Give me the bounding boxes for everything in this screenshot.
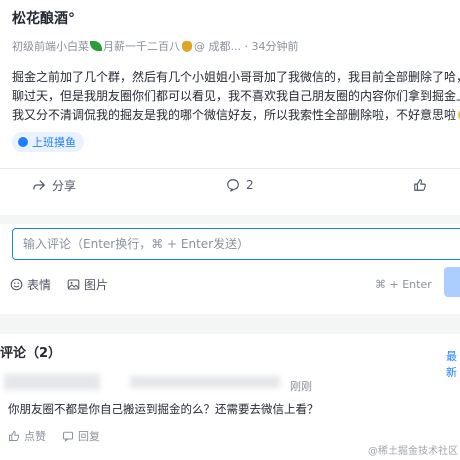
fish-icon [18,137,28,147]
comment-input-wrapper [12,228,460,260]
pin-card: 松花酿酒° 初级前端小白菜 月薪一千二百八 @ 成都... · 34分钟前 掘金之前… [0,0,460,215]
comment-button[interactable]: 2 [226,178,254,192]
editor-tools: 表情 图片 [10,276,108,293]
comment-reply-label: 回复 [78,430,100,443]
comment-like-label: 点赞 [24,430,46,443]
comment-time: 刚刚 [290,380,312,393]
comment-reply-button[interactable]: 回复 [62,428,100,444]
author-title: 初级前端小白菜 [12,40,89,53]
like-button[interactable] [413,178,427,192]
comment-actions: 点赞 回复 [8,428,100,444]
comment-editor: 表情 图片 ⌘ + Enter [0,224,460,314]
comments-title: 评论（2） [0,346,62,361]
author-salary: 月薪一千二百八 [103,40,180,53]
author-name[interactable]: 松花酿酒° [12,8,75,28]
thumbs-up-icon [414,179,426,191]
leaf-icon [90,41,102,51]
emoji-button[interactable]: 表情 [10,276,51,293]
thumbs-up-icon [9,431,20,441]
divider [0,168,460,169]
money-bag-icon [182,41,192,52]
content-line: 聊过天，但是我朋友圈你们都可以看见，我不喜欢我自己朋友圈的内容你们拿到掘金上 [12,89,460,103]
comment-like-button[interactable]: 点赞 [8,428,46,444]
comment-icon [227,179,239,192]
content-line: 我又分不清调侃我的掘友是我的哪个微信好友，所以我索性全部删除啦，不好意思啦 [12,106,460,125]
comment-count: 2 [246,178,254,192]
image-icon [67,279,80,290]
share-icon [33,180,46,190]
share-button[interactable]: 分享 [32,177,76,194]
blurred-avatar-name [4,374,100,390]
smile-icon [10,278,23,291]
send-button[interactable] [444,267,460,297]
author-meta: 初级前端小白菜 月薪一千二百八 @ 成都... · 34分钟前 [12,38,298,54]
topic-tag[interactable]: 上班摸鱼 [12,132,84,152]
blurred-user-info [130,376,280,388]
topic-tag-label: 上班摸鱼 [32,136,76,149]
image-button[interactable]: 图片 [67,276,108,293]
watermark: @稀土掘金技术社区 [368,446,458,457]
image-label: 图片 [84,278,109,292]
share-label: 分享 [52,178,77,193]
sort-latest-button[interactable]: 最新 [446,348,460,380]
send-shortcut-hint: ⌘ + Enter [375,278,432,291]
comment-input[interactable] [13,229,460,259]
emoji-label: 表情 [27,278,52,292]
content-line: 掘金之前加了几个群，然后有几个小姐姐小哥哥加了我微信的，我目前全部删除了哈， [12,70,460,84]
comment-text: 你朋友圈不都是你自己搬运到掘金的么？还需要去微信上看？ [8,402,319,416]
author-location-time: @ 成都... · 34分钟前 [194,40,299,53]
pin-actions: 分享 2 [0,170,460,200]
pin-content: 掘金之前加了几个群，然后有几个小姐姐小哥哥加了我微信的，我目前全部删除了哈， 聊… [12,68,460,125]
reply-icon [63,431,73,442]
